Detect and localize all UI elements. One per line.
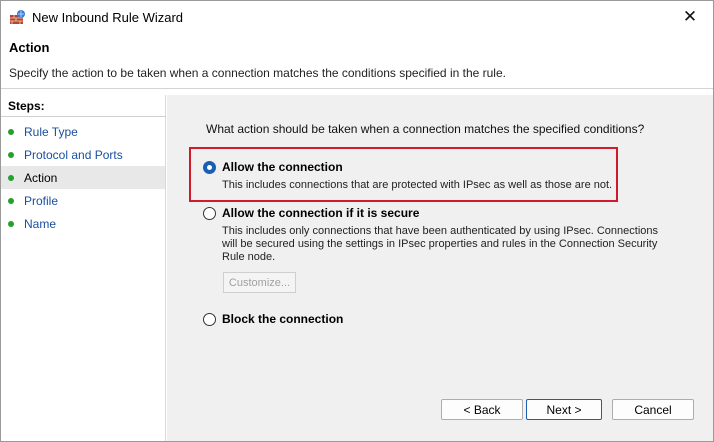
step-status-dot-icon <box>8 128 14 135</box>
allow-secure-description-line-2: will be secured using the settings in IP… <box>222 238 658 250</box>
block-radio[interactable] <box>203 313 216 326</box>
steps-divider <box>1 116 166 117</box>
wizard-window: New Inbound Rule Wizard ✕ Action Specify… <box>0 0 714 442</box>
cancel-button[interactable]: Cancel <box>612 399 694 420</box>
step-profile[interactable]: Profile <box>1 189 165 212</box>
step-rule-type[interactable]: Rule Type <box>1 120 165 143</box>
step-label: Protocol and Ports <box>24 147 123 162</box>
allow-radio[interactable] <box>203 161 216 174</box>
step-status-dot-icon <box>8 151 14 158</box>
step-name[interactable]: Name <box>1 212 165 235</box>
content-panel: What action should be taken when a conne… <box>167 95 713 441</box>
allow-label[interactable]: Allow the connection <box>222 160 343 174</box>
step-action[interactable]: Action <box>1 166 165 189</box>
next-button[interactable]: Next > <box>526 399 602 420</box>
firewall-icon <box>10 10 25 24</box>
back-button[interactable]: < Back <box>441 399 523 420</box>
title-bar: New Inbound Rule Wizard ✕ <box>1 1 713 33</box>
allow-description: This includes connections that are prote… <box>222 179 613 191</box>
allow-secure-description-line-3: Rule node. <box>222 251 276 263</box>
highlight-box <box>189 147 618 202</box>
step-status-dot-icon <box>8 197 14 204</box>
steps-panel: Steps: Rule Type Protocol and Ports Acti… <box>1 95 166 441</box>
page-header: Action Specify the action to be taken wh… <box>1 33 713 89</box>
allow-secure-description-line-1: This includes only connections that have… <box>222 225 658 237</box>
page-description: Specify the action to be taken when a co… <box>9 66 506 80</box>
step-label: Name <box>24 216 57 231</box>
close-icon: ✕ <box>682 7 698 26</box>
page-title: Action <box>9 40 50 55</box>
step-protocol-and-ports[interactable]: Protocol and Ports <box>1 143 165 166</box>
allow-secure-label[interactable]: Allow the connection if it is secure <box>222 206 419 220</box>
action-question: What action should be taken when a conne… <box>206 122 645 136</box>
customize-button[interactable]: Customize... <box>223 272 296 293</box>
block-label[interactable]: Block the connection <box>222 312 343 326</box>
allow-secure-radio[interactable] <box>203 207 216 220</box>
step-label: Profile <box>24 193 59 208</box>
window-title: New Inbound Rule Wizard <box>32 10 184 25</box>
step-label: Rule Type <box>24 124 78 139</box>
steps-heading: Steps: <box>8 99 45 113</box>
step-status-dot-icon <box>8 220 14 227</box>
close-button[interactable]: ✕ <box>667 1 713 33</box>
step-status-dot-icon <box>8 174 14 181</box>
step-label: Action <box>24 170 58 185</box>
